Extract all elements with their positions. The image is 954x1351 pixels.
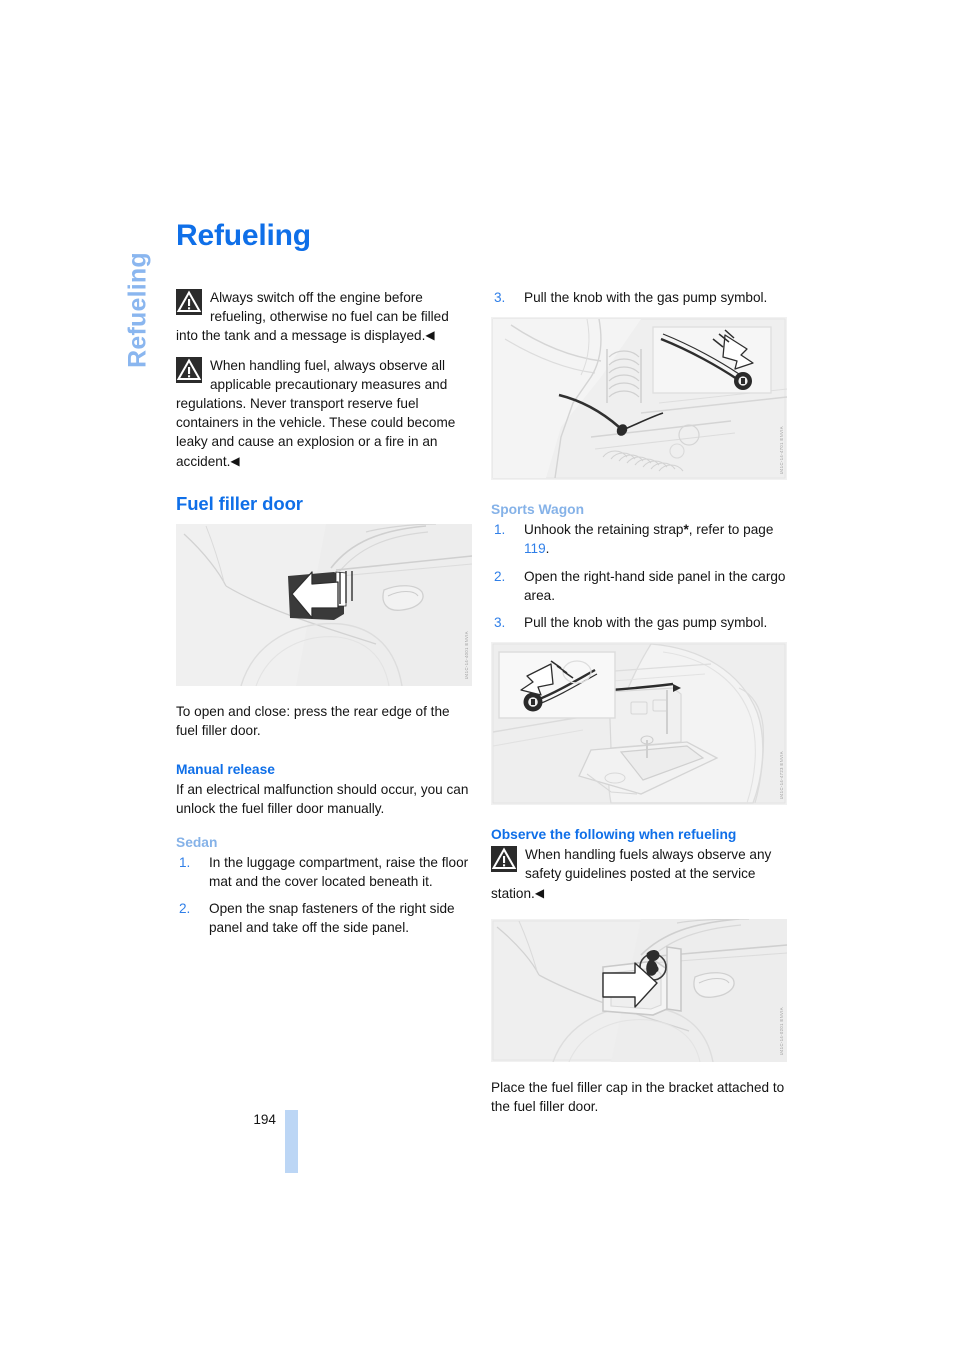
list-item: 2. Open the right-hand side panel in the… [491,567,787,605]
manual-release-intro: If an electrical malfunction should occu… [176,782,469,817]
figure-watermark: U41C-14-4723 ENVIA [779,750,784,800]
step-number: 1. [179,854,191,870]
list-item: 2. Open the snap fasteners of the right … [176,899,472,937]
warning-service-station-text: When handling fuels always observe any s… [491,847,772,901]
warning-service-station: When handling fuels always observe any s… [491,845,787,903]
list-item: 1. In the luggage compartment, raise the… [176,853,472,891]
step-number: 3. [494,290,506,305]
figure-watermark: U41C-14-0201 ENVIA [779,1007,784,1056]
step-number: 2. [179,901,191,917]
sedan-steps: 1. In the luggage compartment, raise the… [176,853,472,938]
step-text: Open the snap fasteners of the right sid… [209,901,455,936]
step-text-end: . [545,541,550,557]
observe-refueling-caption: Place the fuel filler cap in the bracket… [491,1079,785,1115]
side-tab-label: Refueling [123,252,152,368]
folio-marker-bar [285,1110,298,1173]
page-title: Refueling [176,219,311,252]
warning-handling-fuel-text: When handling fuel, always observe all a… [176,357,456,469]
step-text: In the luggage compartment, raise the fl… [209,854,469,889]
warning-triangle-icon [491,846,517,873]
sports-wagon-steps: 1. Unhook the retaining strap*, refer to … [491,520,787,632]
step-number: 1. [494,522,506,538]
step-text-cont: , refer to page [688,522,774,538]
heading-observe-refueling: Observe the following when refueling [491,827,737,843]
heading-sports-wagon: Sports Wagon [491,502,584,518]
fuel-filler-door-exterior-figure: U41C-14-4001 ENVIA [176,523,472,686]
step-number: 3. [494,615,506,631]
warning-end-marker: ◀ [230,453,240,468]
warning-triangle-icon [176,289,202,315]
page-number: 194 [253,1112,276,1127]
warning-end-marker: ◀ [534,885,545,900]
heading-manual-release: Manual release [176,762,275,778]
step-number: 2. [494,568,506,584]
manual-page: Refueling Refueling Always switch off th… [0,0,954,1351]
step-text: Pull the knob with the gas pump symbol. [524,290,768,305]
step-text: Unhook the retaining strap [524,522,684,538]
list-item: 1. Unhook the retaining strap*, refer to … [491,520,787,558]
warning-handling-fuel: When handling fuel, always observe all a… [176,356,472,471]
page-footer: 194 [176,1106,496,1176]
list-item: 3. Pull the knob with the gas pump symbo… [491,613,787,632]
figure-watermark: U41C-14-4001 ENVIA [464,631,469,680]
warning-engine-off: Always switch off the engine before refu… [176,288,472,346]
sedan-steps-continued: 3. Pull the knob with the gas pump symbo… [491,288,787,307]
list-item: 3. Pull the knob with the gas pump symbo… [491,288,787,307]
warning-triangle-icon [176,356,202,383]
fuel-filler-door-caption: To open and close: press the rear edge o… [176,703,450,739]
right-column: 3. Pull the knob with the gas pump symbo… [491,288,787,1116]
chapter-side-tab: Refueling [118,215,158,405]
step-text: Pull the knob with the gas pump symbol. [524,615,768,631]
heading-fuel-filler-door: Fuel filler door [176,492,303,514]
left-column: Always switch off the engine before refu… [176,288,472,937]
figure-watermark: U41C-14-4701 ENVIA [779,425,784,475]
sports-wagon-cargo-knob-figure: U41C-14-4723 ENVIA [491,642,787,806]
step-text: Open the right-hand side panel in the ca… [524,568,786,603]
warning-end-marker: ◀ [425,328,435,343]
heading-sedan: Sedan [176,834,218,850]
page-reference-link[interactable]: 119 [524,541,546,556]
fuel-filler-cap-bracket-figure: U41C-14-0201 ENVIA [491,918,787,1062]
sedan-trunk-knob-figure: U41C-14-4701 ENVIA [491,317,787,481]
warning-engine-off-text: Always switch off the engine before refu… [176,290,449,344]
